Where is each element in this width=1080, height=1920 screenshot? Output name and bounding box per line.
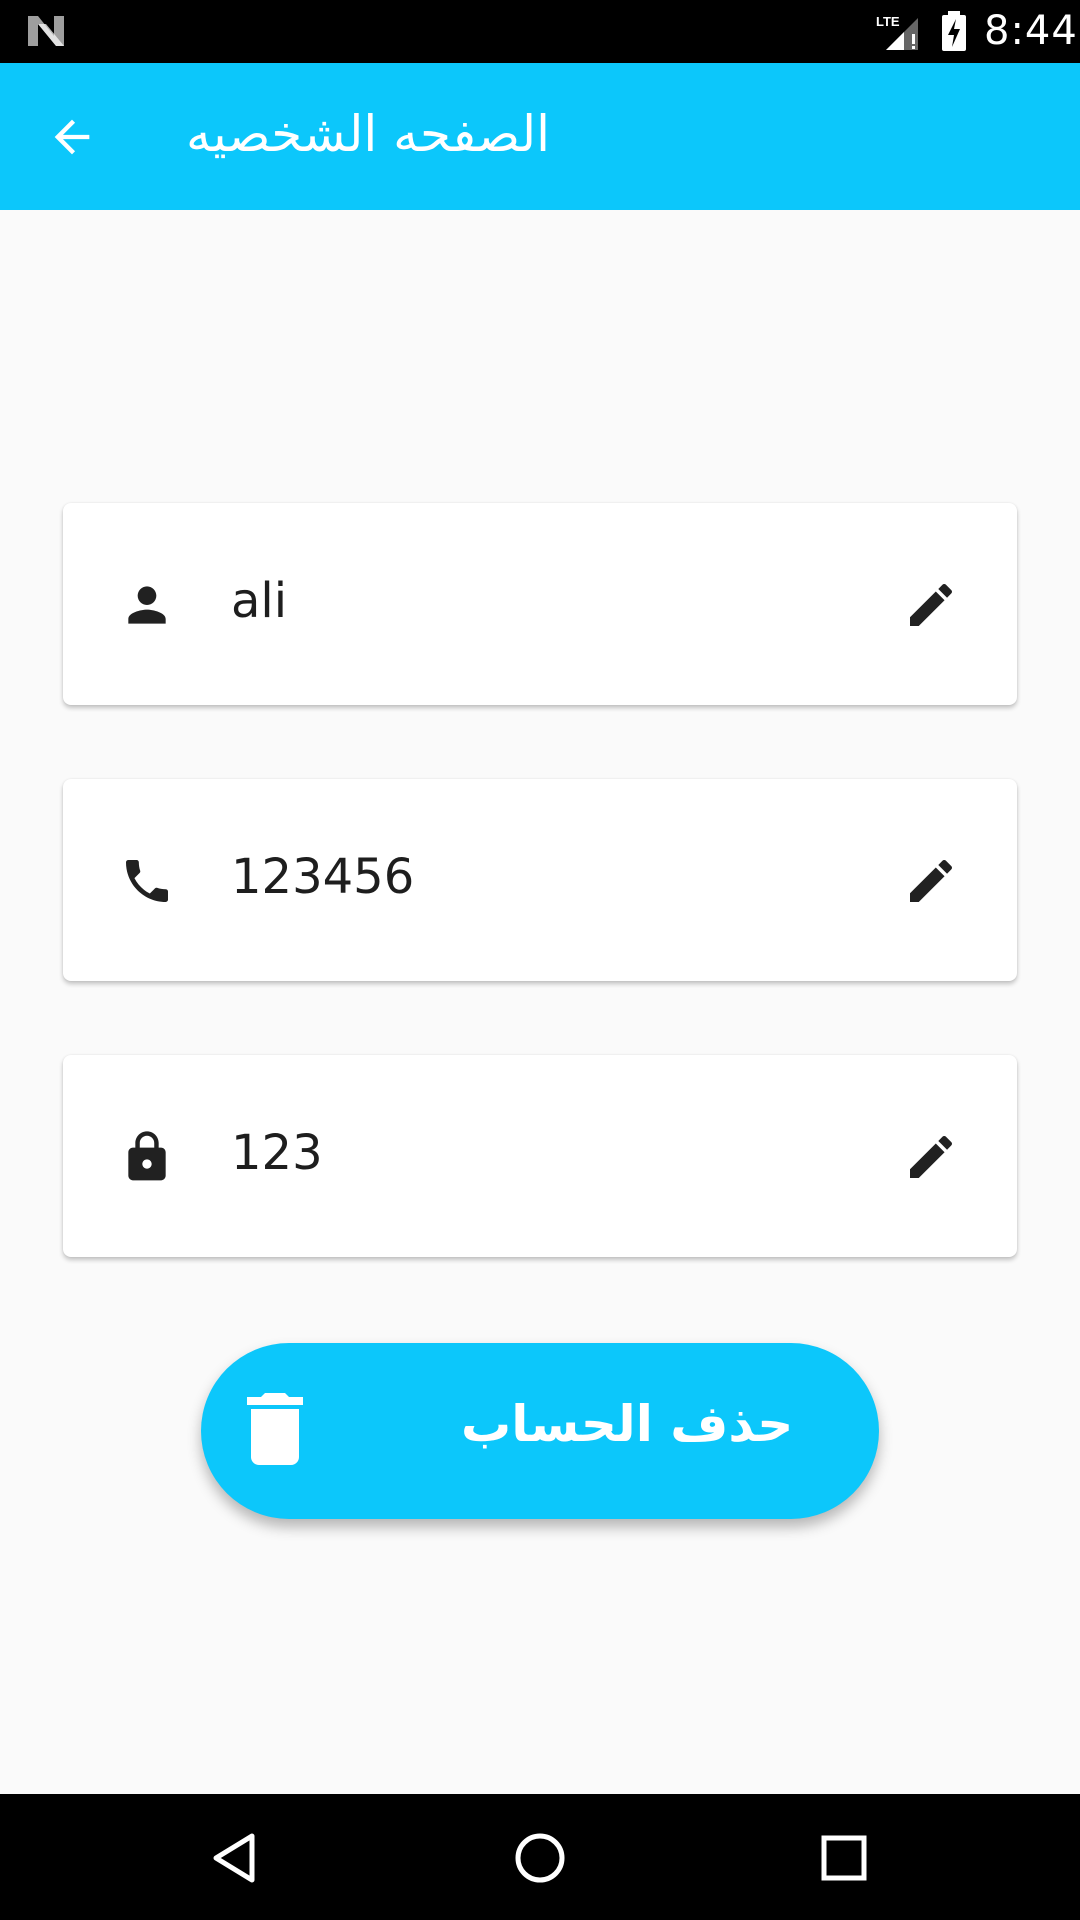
name-card: ali [63, 503, 1017, 705]
delete-account-button[interactable]: حذف الحساب [201, 1343, 879, 1519]
delete-account-label: حذف الحساب [461, 1395, 794, 1453]
arrow-back-icon[interactable] [46, 111, 98, 163]
home-circle-icon[interactable] [512, 1830, 568, 1886]
page-title: الصفحه الشخصيه [186, 105, 551, 163]
n-logo-icon [28, 16, 64, 46]
status-time: 8:44 [984, 8, 1078, 54]
edit-phone-pencil-icon[interactable] [903, 853, 959, 909]
password-card: 123 [63, 1055, 1017, 1257]
recents-square-icon[interactable] [816, 1830, 872, 1886]
trash-icon [247, 1393, 303, 1465]
navigation-bar [0, 1794, 1080, 1920]
lte-label: LTE [876, 14, 900, 29]
phone-value: 123456 [231, 849, 415, 905]
back-triangle-icon[interactable] [208, 1830, 264, 1886]
status-bar: LTE 8:44 [0, 0, 1080, 63]
app-bar: الصفحه الشخصيه [0, 63, 1080, 210]
person-icon [128, 586, 166, 624]
lte-signal-icon: LTE [876, 14, 918, 50]
phone-card: 123456 [63, 779, 1017, 981]
password-value: 123 [231, 1125, 323, 1181]
phone-icon [126, 860, 168, 902]
battery-charging-icon [942, 11, 966, 51]
edit-name-pencil-icon[interactable] [903, 577, 959, 633]
lock-icon [128, 1131, 166, 1181]
name-value: ali [231, 573, 288, 629]
edit-password-pencil-icon[interactable] [903, 1129, 959, 1185]
